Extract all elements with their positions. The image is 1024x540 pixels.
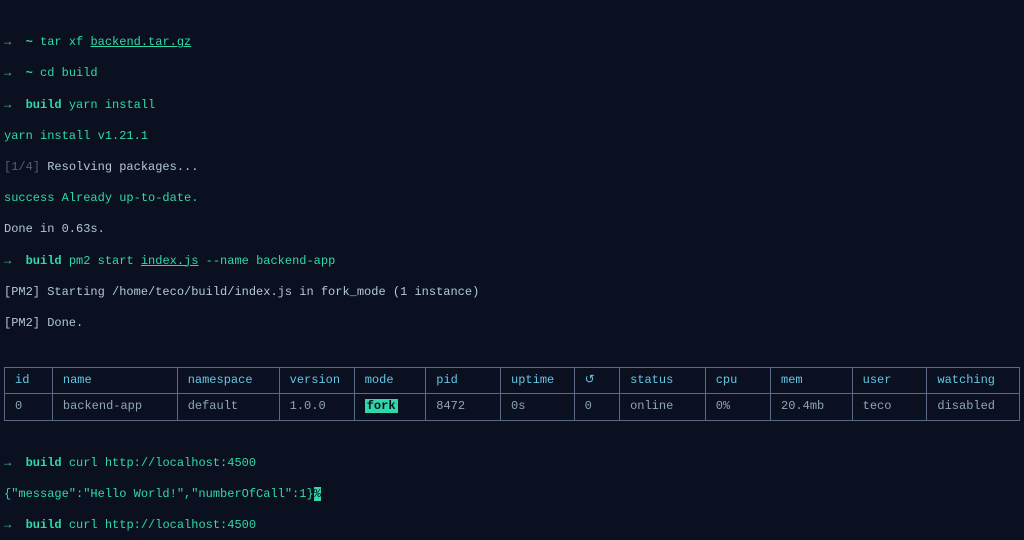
cmd-yarn: yarn install — [69, 98, 155, 112]
col-name: name — [52, 367, 177, 394]
out-resolving: [1/4] Resolving packages... — [4, 160, 1020, 176]
cell-uptime: 0s — [501, 394, 575, 421]
col-namespace: namespace — [177, 367, 279, 394]
terminal[interactable]: → ~ tar xf backend.tar.gz → ~ cd build →… — [0, 0, 1024, 540]
cmd-tar-prefix: tar xf — [40, 35, 90, 49]
prompt-arrow: → — [4, 254, 11, 268]
line-curl-1: → build curl http://localhost:4500 — [4, 456, 1020, 472]
cmd-pm2-file: index.js — [141, 254, 199, 268]
col-version: version — [279, 367, 354, 394]
cell-name: backend-app — [52, 394, 177, 421]
percent-icon: % — [314, 487, 321, 501]
col-id: id — [5, 367, 53, 394]
col-cpu: cpu — [705, 367, 770, 394]
col-mode: mode — [354, 367, 426, 394]
prompt-home: ~ — [26, 66, 33, 80]
cmd-curl: curl http://localhost:4500 — [69, 518, 256, 532]
cmd-cd: cd build — [40, 66, 98, 80]
cmd-pm2-c: --name backend-app — [198, 254, 335, 268]
cell-id: 0 — [5, 394, 53, 421]
col-mem: mem — [771, 367, 853, 394]
cell-mem: 20.4mb — [771, 394, 853, 421]
pm2-table: id name namespace version mode pid uptim… — [4, 367, 1020, 421]
col-status: status — [620, 367, 706, 394]
prompt-build: build — [26, 518, 62, 532]
cell-pid: 8472 — [426, 394, 501, 421]
cell-user: teco — [852, 394, 927, 421]
out-pm2-done: [PM2] Done. — [4, 316, 1020, 332]
cmd-curl: curl http://localhost:4500 — [69, 456, 256, 470]
out-pm2-starting: [PM2] Starting /home/teco/build/index.js… — [4, 285, 1020, 301]
col-user: user — [852, 367, 927, 394]
line-yarn: → build yarn install — [4, 98, 1020, 114]
prompt-arrow: → — [4, 98, 11, 112]
line-cd: → ~ cd build — [4, 66, 1020, 82]
cell-version: 1.0.0 — [279, 394, 354, 421]
cell-status: online — [620, 394, 706, 421]
line-tar: → ~ tar xf backend.tar.gz — [4, 35, 1020, 51]
cell-mode: fork — [354, 394, 426, 421]
pm2-header-row: id name namespace version mode pid uptim… — [5, 367, 1020, 394]
prompt-arrow: → — [4, 456, 11, 470]
prompt-arrow: → — [4, 35, 11, 49]
out-success: success Already up-to-date. — [4, 191, 1020, 207]
prompt-build: build — [26, 254, 62, 268]
col-uptime: uptime — [501, 367, 575, 394]
prompt-home: ~ — [26, 35, 33, 49]
out-yarn-version: yarn install v1.21.1 — [4, 129, 1020, 145]
line-pm2start: → build pm2 start index.js --name backen… — [4, 254, 1020, 270]
cell-cpu: 0% — [705, 394, 770, 421]
prompt-build: build — [26, 456, 62, 470]
pm2-data-row: 0 backend-app default 1.0.0 fork 8472 0s… — [5, 394, 1020, 421]
col-restarts: ↺ — [574, 367, 619, 394]
cmd-pm2-a: pm2 start — [69, 254, 141, 268]
prompt-build: build — [26, 98, 62, 112]
col-watching: watching — [927, 367, 1020, 394]
cmd-tar-file: backend.tar.gz — [90, 35, 191, 49]
col-pid: pid — [426, 367, 501, 394]
prompt-arrow: → — [4, 66, 11, 80]
cell-namespace: default — [177, 394, 279, 421]
cell-watching: disabled — [927, 394, 1020, 421]
line-curl-2: → build curl http://localhost:4500 — [4, 518, 1020, 534]
out-curl-1: {"message":"Hello World!","numberOfCall"… — [4, 487, 1020, 503]
out-done: Done in 0.63s. — [4, 222, 1020, 238]
cell-restarts: 0 — [574, 394, 619, 421]
prompt-arrow: → — [4, 518, 11, 532]
